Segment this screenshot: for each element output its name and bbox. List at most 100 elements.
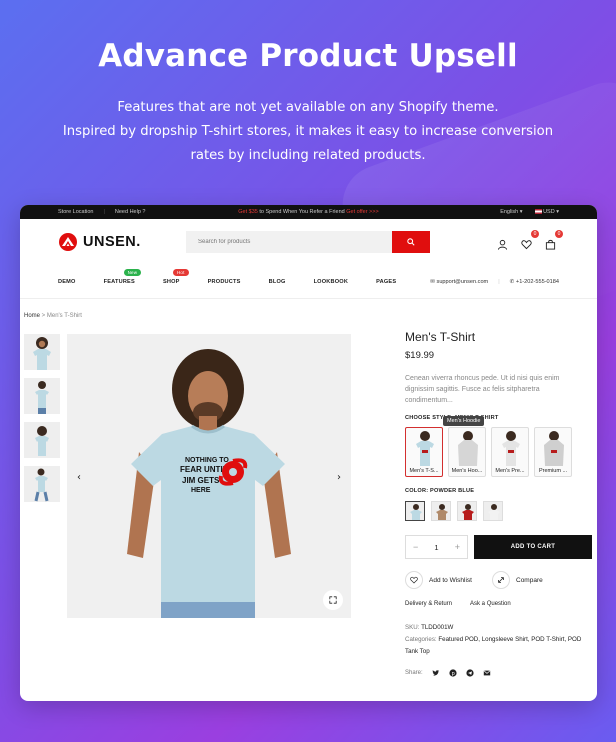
shirt-print-line-4: HERE (191, 487, 211, 494)
heart-icon (521, 240, 532, 250)
user-icon (497, 239, 508, 250)
nav-item-pages[interactable]: PAGES (376, 279, 396, 285)
powder-blue-swatch-image (410, 504, 422, 520)
style-option-label: Men's T-S... (409, 468, 439, 474)
compare-icon (492, 571, 510, 589)
categories-label: Categories: (405, 636, 439, 643)
hoodie-style-image (458, 431, 478, 466)
hero-subtitle-line-1: Features that are not yet available on a… (117, 100, 499, 115)
style-option-hoodie[interactable]: Men's Hoo... (448, 427, 486, 477)
phone-text: +1-202-555-0184 (515, 278, 559, 285)
pinterest-icon[interactable]: p (449, 669, 457, 677)
brown-swatch-image (436, 504, 448, 520)
phone-link[interactable]: ✆ +1-202-555-0184 (510, 279, 559, 285)
logo[interactable]: UNSEN. (58, 232, 141, 252)
color-swatch-white[interactable] (483, 501, 503, 521)
breadcrumb-home[interactable]: Home (24, 313, 40, 319)
color-label: COLOR: POWDER BLUE (405, 488, 475, 494)
choose-style-label: CHOOSE STYLE: MEN'S T-SHIRT (405, 415, 499, 421)
thumbnail-side[interactable] (24, 378, 60, 414)
currency-value: USD (543, 209, 555, 215)
nav-item-demo[interactable]: DEMO (58, 279, 76, 285)
cart-button[interactable]: 0 (545, 230, 563, 250)
search-input[interactable] (186, 231, 392, 253)
style-option-label: Men's Hoo... (451, 468, 483, 474)
thumbnail-back[interactable] (24, 422, 60, 458)
style-options: Men's Hoodie Men's T-S... Men's Hoo... M… (405, 416, 595, 477)
product-description: Cenean viverra rhoncus pede. Ut id nisi … (405, 375, 560, 404)
sku-row: SKU: TLDD001W (405, 622, 595, 634)
breadcrumb-current: Men's T-Shirt (46, 313, 82, 319)
add-to-wishlist-button[interactable]: Add to Wishlist (405, 571, 472, 589)
wishlist-label: Add to Wishlist (429, 576, 472, 584)
product-title: Men's T-Shirt (405, 330, 476, 344)
nav-item-blog[interactable]: BLOG (269, 279, 286, 285)
thumbnail-walk[interactable] (24, 466, 60, 502)
search-button[interactable] (392, 231, 430, 253)
compare-button[interactable]: Compare (492, 571, 543, 589)
wishlist-button[interactable]: 0 (521, 230, 539, 250)
breadcrumb: Home > Men's T-Shirt (24, 313, 82, 319)
quantity-value[interactable]: 1 (434, 543, 438, 552)
ask-question-link[interactable]: Ask a Question (470, 601, 511, 607)
telegram-icon[interactable] (466, 669, 474, 677)
nav-item-lookbook[interactable]: LOOKBOOK (314, 279, 349, 285)
shirt-print-line-1: NOTHING TO (185, 457, 229, 464)
style-option-premium-tee[interactable]: Men's Pre... (491, 427, 529, 477)
language-value: English (500, 209, 519, 215)
model-walk-image (34, 468, 49, 502)
product-info: Men's T-Shirt $19.99 Cenean viverra rhon… (405, 330, 595, 677)
sku-value: TLDD001W (421, 624, 454, 631)
nav-item-products[interactable]: PRODUCTS (208, 279, 241, 285)
premium-tee-style-image (502, 431, 520, 466)
search-bar (186, 231, 430, 253)
logo-mark-icon (59, 233, 77, 251)
shirt-print-line-3: JIM GETS (182, 476, 220, 485)
hot-badge: Hot (172, 268, 189, 276)
product-price: $19.99 (405, 350, 435, 361)
expand-icon (329, 596, 337, 604)
thumbnail-list (24, 334, 60, 502)
color-swatch-brown[interactable] (431, 501, 451, 521)
next-image-arrow[interactable]: › (337, 472, 341, 483)
decrease-button[interactable]: − (413, 542, 418, 552)
email-text: support@unsen.com (436, 278, 489, 285)
twitter-icon[interactable] (432, 669, 440, 677)
currency-select[interactable]: USD ▾ (534, 209, 559, 215)
nav-item-features-label: FEATURES (103, 278, 135, 285)
premium-style-image (544, 431, 564, 466)
main-product-image[interactable]: NOTHING TO FEAR UNTIL JIM GETS HERE ‹ › (67, 334, 351, 618)
white-swatch-image (488, 504, 500, 520)
main-nav: DEMO FEATURES New SHOP Hot PRODUCTS BLOG… (20, 265, 597, 299)
share-row: Share: p (405, 669, 595, 677)
sku-label: SKU: (405, 624, 422, 631)
nav-item-features[interactable]: FEATURES New (103, 268, 142, 285)
prev-image-arrow[interactable]: ‹ (77, 472, 81, 483)
delivery-return-link[interactable]: Delivery & Return (405, 601, 452, 607)
account-button[interactable] (497, 235, 509, 250)
header: UNSEN. 0 0 (20, 219, 597, 265)
phone-icon: ✆ (509, 278, 515, 285)
color-swatch-powder-blue[interactable] (405, 501, 425, 521)
share-label: Share: (405, 670, 423, 676)
add-to-cart-button[interactable]: ADD TO CART (474, 535, 592, 559)
email-icon[interactable] (483, 669, 491, 677)
top-bar: Store Location | Need Help ? Get $35 to … (20, 205, 597, 219)
thumbnail-front[interactable] (24, 334, 60, 370)
style-option-premium[interactable]: Premium ... (534, 427, 572, 477)
hero-subtitle-line-2: Inspired by dropship T-shirt stores, it … (62, 124, 554, 139)
promo-offer-link[interactable]: Get offer >>> (346, 209, 378, 215)
quantity-stepper: − 1 + (405, 535, 468, 559)
style-tooltip: Men's Hoodie (443, 416, 485, 426)
style-option-tshirt[interactable]: Men's T-S... (405, 427, 443, 477)
promo-amount: Get $35 (238, 209, 258, 215)
language-select[interactable]: English ▾ (500, 209, 522, 215)
email-link[interactable]: ✉ support@unsen.com (430, 279, 488, 285)
color-swatch-red[interactable] (457, 501, 477, 521)
nav-item-shop[interactable]: SHOP Hot (163, 268, 189, 285)
cart-count-badge: 0 (555, 230, 563, 238)
zoom-button[interactable] (323, 590, 343, 610)
red-swatch-image (462, 504, 474, 520)
increase-button[interactable]: + (455, 542, 460, 552)
us-flag-icon (534, 209, 542, 215)
